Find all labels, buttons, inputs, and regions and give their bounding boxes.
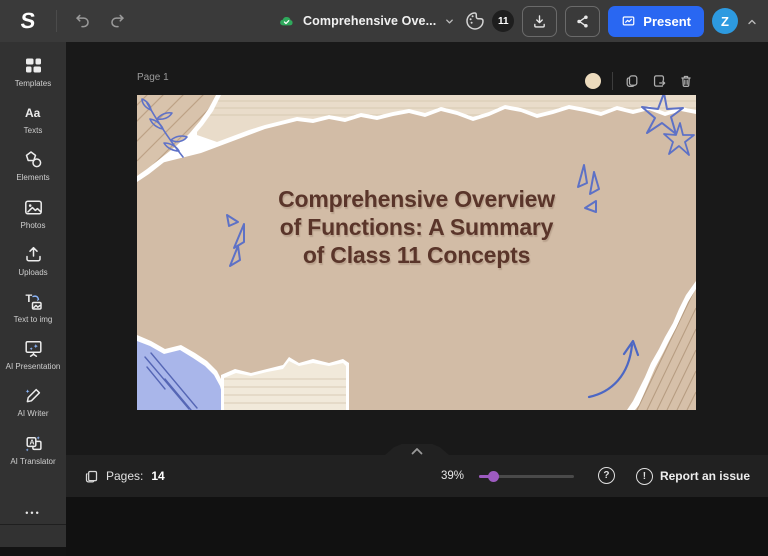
photos-icon (24, 200, 42, 215)
page-label: Page 1 (137, 72, 169, 83)
account-caret-icon[interactable] (746, 15, 758, 27)
report-issue-button[interactable]: ! Report an issue (635, 467, 750, 485)
page-actions (585, 71, 694, 90)
sidebar-item-photos[interactable]: Photos (0, 197, 66, 230)
delete-page-button[interactable] (678, 73, 694, 89)
move-page-button[interactable] (651, 73, 667, 89)
document-title: Comprehensive Ove... (303, 14, 437, 28)
duplicate-icon (626, 74, 638, 87)
svg-text:Aa: Aa (25, 106, 41, 120)
redo-button[interactable] (106, 9, 130, 33)
ai-presentation-icon (24, 341, 42, 358)
undo-button[interactable] (70, 9, 94, 33)
help-icon: ? (597, 467, 615, 484)
sidebar-item-ai-writer[interactable]: AI Writer (0, 385, 66, 418)
trash-icon (681, 75, 691, 87)
elements-icon (25, 151, 41, 168)
sidebar-more-button[interactable]: ••• (0, 508, 66, 518)
present-label: Present (643, 13, 691, 29)
top-toolbar: S Comprehensive Ove... 11 Present Z (0, 0, 768, 42)
zoom-controls: 39% ? ! Report an issue (441, 467, 750, 485)
app-window: S Comprehensive Ove... 11 Present Z Temp… (0, 0, 768, 556)
svg-text:T: T (25, 293, 32, 305)
brand-palette-icon[interactable] (464, 10, 486, 32)
page-actions-divider (612, 71, 613, 90)
page-color-swatch[interactable] (585, 72, 601, 89)
pages-count: 14 (151, 469, 165, 483)
sidebar-item-uploads[interactable]: Uploads (0, 244, 66, 277)
download-button[interactable] (522, 5, 558, 37)
sidebar-item-elements[interactable]: Elements (0, 149, 66, 182)
share-icon (577, 14, 588, 28)
svg-text:A: A (29, 439, 34, 446)
sidebar-item-text-to-img[interactable]: T Text to img (0, 291, 66, 324)
sidebar-item-templates[interactable]: Templates (0, 55, 66, 88)
help-button[interactable]: ? (597, 467, 616, 485)
text-to-img-icon: T (25, 293, 42, 310)
pages-icon (85, 470, 98, 482)
sidebar-item-texts[interactable]: Aa Texts (0, 102, 66, 135)
canvas-area: Page 1 Comprehensive Overview of Functio… (66, 42, 768, 455)
duplicate-page-button[interactable] (624, 73, 640, 89)
undo-icon (76, 14, 89, 28)
present-icon (622, 15, 635, 25)
slide-page[interactable]: Comprehensive Overview of Functions: A S… (137, 95, 696, 410)
report-issue-icon: ! (635, 467, 653, 485)
bottom-toolbar: Pages: 14 39% ? ! Report an issue (66, 444, 768, 497)
present-button[interactable]: Present (608, 5, 704, 37)
cloud-saved-icon (280, 16, 293, 25)
account-avatar[interactable]: Z (712, 8, 738, 34)
toolbar-divider (56, 10, 57, 32)
ai-translator-icon: A (25, 435, 42, 451)
pages-counter[interactable]: Pages: 14 (84, 469, 165, 484)
bottom-under-strip (66, 497, 768, 556)
redo-icon (111, 14, 124, 28)
sidebar-under-strip (0, 547, 66, 556)
left-sidebar: Templates Aa Texts Elements Photos Uploa… (0, 42, 66, 547)
palette-count-badge: 11 (492, 10, 515, 32)
download-icon (534, 14, 546, 28)
simplified-logo-icon[interactable]: S (12, 7, 45, 35)
ai-writer-icon (25, 389, 40, 403)
sidebar-item-ai-presentation[interactable]: AI Presentation (0, 338, 66, 371)
texts-icon: Aa (25, 106, 41, 120)
share-button[interactable] (565, 5, 601, 37)
zoom-slider-knob[interactable] (487, 470, 499, 482)
zoom-level: 39% (440, 470, 464, 482)
report-issue-label: Report an issue (659, 469, 750, 483)
sidebar-item-ai-translator[interactable]: A AI Translator (0, 433, 66, 466)
chevron-up-icon (411, 448, 423, 455)
pages-label: Pages: (106, 469, 144, 483)
slide-title[interactable]: Comprehensive Overview of Functions: A S… (137, 185, 696, 269)
document-title-menu[interactable]: Comprehensive Ove... (278, 8, 455, 34)
chevron-down-icon (446, 19, 454, 23)
templates-icon (25, 58, 41, 73)
sidebar-divider (0, 524, 66, 525)
page-export-icon (653, 74, 666, 87)
uploads-icon (25, 246, 41, 262)
zoom-slider[interactable] (478, 470, 574, 482)
